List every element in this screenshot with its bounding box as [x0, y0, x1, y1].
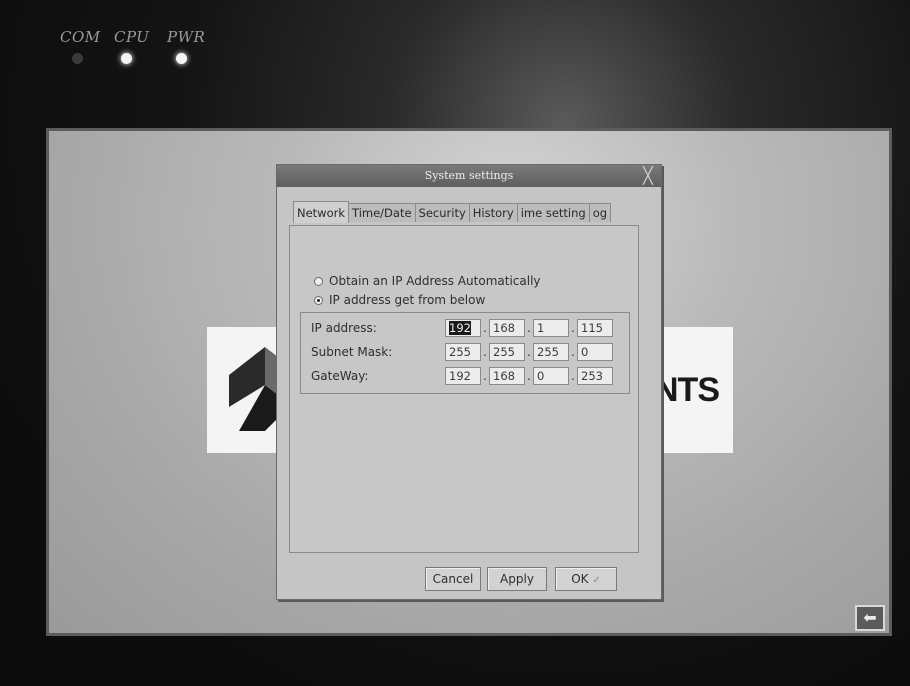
logo-text: NTS	[654, 371, 720, 409]
dot-separator: .	[571, 345, 575, 359]
ip-octet-4[interactable]: 115	[577, 319, 613, 337]
dot-separator: .	[527, 345, 531, 359]
led-cpu-indicator	[121, 53, 132, 64]
gateway-octet-4[interactable]: 253	[577, 367, 613, 385]
led-label-com: COM	[60, 28, 101, 46]
led-com-indicator	[72, 53, 83, 64]
radio-auto-label: Obtain an IP Address Automatically	[329, 274, 541, 288]
ip-address-row: IP address: 192 . 168 . 1 . 115	[311, 319, 623, 339]
dot-separator: .	[571, 321, 575, 335]
dot-separator: .	[483, 321, 487, 335]
apply-button[interactable]: Apply	[487, 567, 547, 591]
ok-button-label: OK	[571, 572, 589, 586]
subnet-octet-3[interactable]: 255	[533, 343, 569, 361]
radio-manual-address[interactable]: IP address get from below	[314, 293, 485, 307]
ok-button[interactable]: OK ✓	[555, 567, 617, 591]
settings-tabs: Network Time/Date Security History ime s…	[293, 201, 612, 225]
tab-time-setting[interactable]: ime setting	[516, 203, 590, 222]
confirm-icon: ✓	[592, 575, 601, 586]
gateway-label: GateWay:	[311, 369, 369, 383]
system-settings-dialog: System settings ╳ Network Time/Date Secu…	[276, 164, 662, 600]
dot-separator: .	[571, 369, 575, 383]
dialog-titlebar: System settings ╳	[277, 165, 661, 187]
subnet-octet-1[interactable]: 255	[445, 343, 481, 361]
ip-octet-3[interactable]: 1	[533, 319, 569, 337]
tab-network[interactable]: Network	[293, 201, 350, 223]
radio-manual-label: IP address get from below	[329, 293, 486, 307]
subnet-mask-label: Subnet Mask:	[311, 345, 393, 359]
ip-settings-group: IP address: 192 . 168 . 1 . 115 Subnet M…	[300, 312, 630, 394]
radio-button-auto[interactable]	[314, 277, 323, 286]
gateway-row: GateWay: 192 . 168 . 0 . 253	[311, 367, 623, 387]
cancel-button[interactable]: Cancel	[425, 567, 481, 591]
network-panel: Obtain an IP Address Automatically IP ad…	[289, 225, 639, 553]
tab-history[interactable]: History	[468, 203, 518, 222]
led-pwr-indicator	[176, 53, 187, 64]
subnet-octet-4[interactable]: 0	[577, 343, 613, 361]
ip-address-label: IP address:	[311, 321, 377, 335]
tab-security[interactable]: Security	[414, 203, 470, 222]
dialog-title: System settings	[424, 169, 514, 182]
dot-separator: .	[527, 321, 531, 335]
subnet-mask-row: Subnet Mask: 255 . 255 . 255 . 0	[311, 343, 623, 363]
led-label-pwr: PWR	[167, 28, 206, 46]
dot-separator: .	[483, 345, 487, 359]
tab-log[interactable]: og	[588, 203, 612, 222]
gateway-octet-2[interactable]: 168	[489, 367, 525, 385]
led-label-cpu: CPU	[114, 28, 150, 46]
back-arrow-icon[interactable]: ⬅	[855, 605, 885, 631]
tab-time-date[interactable]: Time/Date	[348, 203, 416, 222]
ip-octet-1[interactable]: 192	[445, 319, 481, 337]
radio-obtain-automatically[interactable]: Obtain an IP Address Automatically	[314, 274, 541, 288]
gateway-octet-3[interactable]: 0	[533, 367, 569, 385]
dot-separator: .	[527, 369, 531, 383]
close-icon[interactable]: ╳	[639, 167, 657, 185]
gateway-octet-1[interactable]: 192	[445, 367, 481, 385]
ip-octet-2[interactable]: 168	[489, 319, 525, 337]
dot-separator: .	[483, 369, 487, 383]
radio-button-manual[interactable]	[314, 296, 323, 305]
subnet-octet-2[interactable]: 255	[489, 343, 525, 361]
